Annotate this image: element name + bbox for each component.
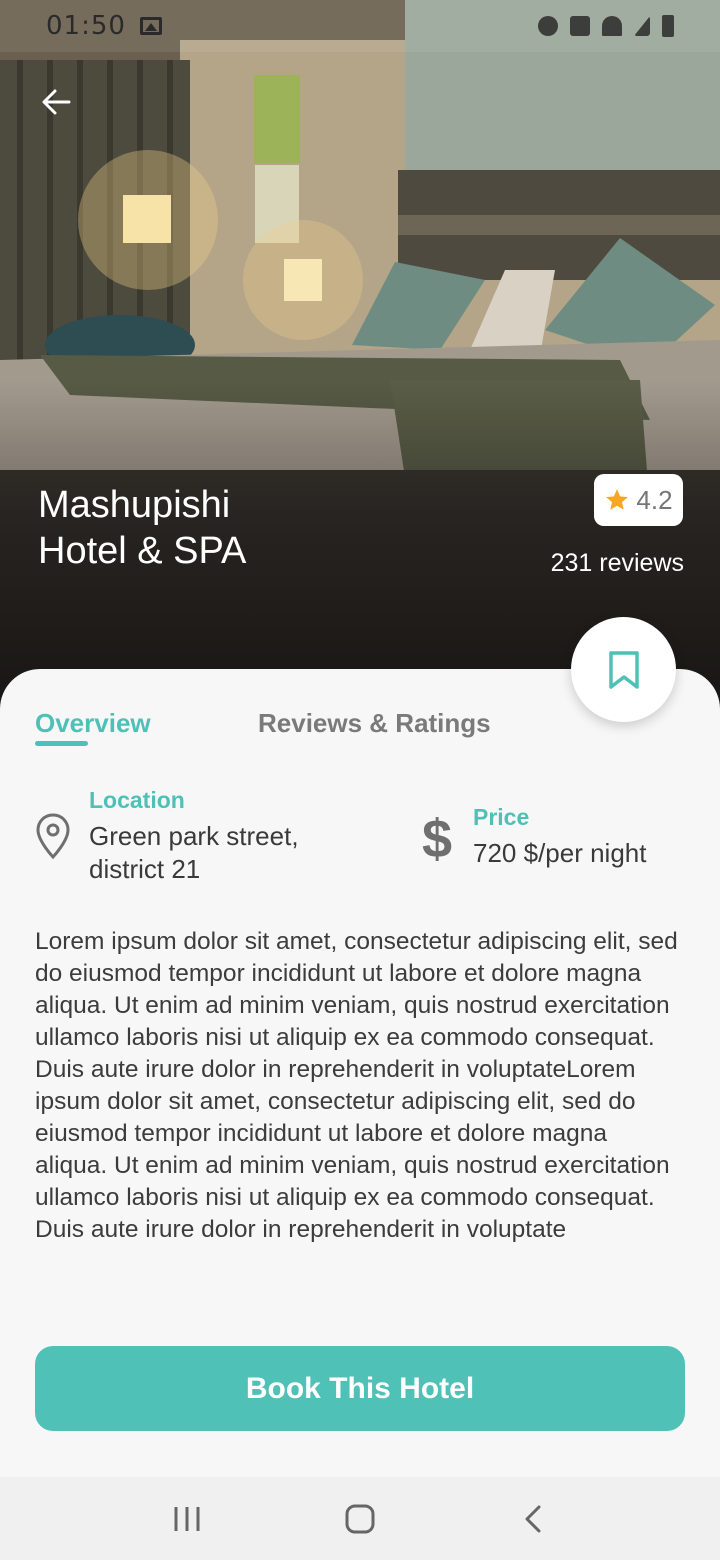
dollar-icon: $ xyxy=(422,809,453,869)
alarm-icon xyxy=(538,16,558,36)
tab-overview[interactable]: Overview xyxy=(35,708,151,739)
image-icon xyxy=(139,17,162,35)
location-line1: Green park street, xyxy=(89,821,299,851)
system-back-button[interactable] xyxy=(503,1489,563,1549)
hotel-hero-image xyxy=(0,0,720,720)
rating-value: 4.2 xyxy=(636,484,673,515)
bookmark-icon xyxy=(608,650,639,689)
star-icon xyxy=(606,489,629,510)
location-line2: district 21 xyxy=(89,854,201,884)
mute-icon xyxy=(570,16,590,36)
system-nav-bar xyxy=(0,1477,720,1560)
location-label: Location xyxy=(89,787,185,813)
book-hotel-button[interactable]: Book This Hotel xyxy=(35,1346,685,1431)
home-button[interactable] xyxy=(330,1489,390,1549)
location-pin-icon xyxy=(36,813,70,860)
arrow-left-icon xyxy=(42,89,71,115)
hotel-name-line1: Mashupishi xyxy=(38,484,231,526)
price-label: Price xyxy=(473,804,530,830)
recent-apps-icon xyxy=(174,1506,200,1531)
status-bar: 01:50 xyxy=(0,0,720,52)
back-icon xyxy=(525,1505,541,1532)
status-time: 01:50 xyxy=(46,11,126,41)
price-value: 720 $/per night xyxy=(473,838,647,868)
back-button[interactable] xyxy=(30,80,82,124)
active-tab-indicator xyxy=(35,741,88,746)
battery-icon xyxy=(662,15,674,37)
tab-reviews-ratings[interactable]: Reviews & Ratings xyxy=(258,708,491,739)
hotel-description: Lorem ipsum dolor sit amet, consectetur … xyxy=(35,928,678,1243)
home-icon xyxy=(345,1504,375,1533)
wifi-icon xyxy=(602,16,622,36)
recent-apps-button[interactable] xyxy=(157,1489,217,1549)
status-icons xyxy=(538,15,674,37)
bookmark-button[interactable] xyxy=(571,617,676,722)
signal-icon xyxy=(634,16,650,36)
hotel-name: Mashupishi Hotel & SPA xyxy=(38,482,458,574)
rating-badge: 4.2 xyxy=(594,474,683,526)
review-count[interactable]: 231 reviews xyxy=(551,549,684,578)
hotel-name-line2: Hotel & SPA xyxy=(38,530,247,572)
